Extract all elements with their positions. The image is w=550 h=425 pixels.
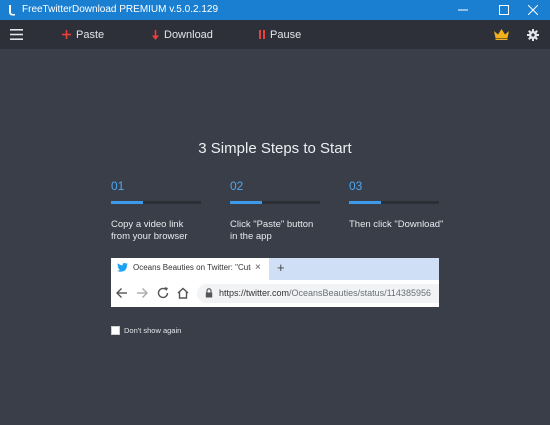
dont-show-again-option[interactable]: Don't show again (111, 326, 181, 335)
step-progress-fill (230, 201, 262, 204)
back-arrow-icon (116, 288, 127, 298)
dont-show-again-checkbox[interactable] (111, 326, 120, 335)
browser-toolbar: https://twitter.com/OceansBeauties/statu… (111, 280, 439, 307)
browser-new-tab-icon: + (277, 260, 285, 275)
url-path: /OceansBeauties/status/114385956 (289, 288, 431, 298)
step-description: Then click "Download" (349, 219, 467, 231)
menu-button[interactable] (10, 20, 23, 49)
gear-icon (527, 28, 539, 41)
step-description: Copy a video link from your browser (111, 219, 229, 243)
browser-tab-close-icon: × (255, 262, 261, 273)
pause-label: Pause (270, 28, 302, 41)
close-icon (528, 5, 538, 15)
toolbar: Paste Download Pause (0, 20, 550, 49)
step-progress-track (111, 201, 201, 204)
step-1: 01 Copy a video link from your browser (111, 179, 229, 243)
step-3: 03 Then click "Download" (349, 179, 467, 231)
download-label: Download (164, 28, 213, 41)
pause-icon (259, 30, 265, 39)
step-line: Click "Paste" button (230, 219, 314, 230)
maximize-icon (499, 5, 509, 15)
browser-address-bar: https://twitter.com/OceansBeauties/statu… (197, 284, 439, 303)
settings-button[interactable] (527, 20, 539, 49)
browser-tab-title: Oceans Beauties on Twitter: "Cute (133, 263, 251, 272)
crown-icon (494, 29, 509, 40)
paste-button[interactable]: Paste (62, 20, 104, 49)
step-2: 02 Click "Paste" button in the app (230, 179, 348, 243)
step-line: Then click "Download" (349, 219, 444, 230)
step-progress-track (349, 201, 439, 204)
download-button[interactable]: Download (152, 20, 213, 49)
pause-button[interactable]: Pause (259, 20, 301, 49)
browser-tab: Oceans Beauties on Twitter: "Cute × (111, 258, 269, 280)
title-bar: FreeTwitterDownload PREMIUM v.5.0.2.129 (0, 0, 550, 20)
step-number: 03 (349, 179, 363, 193)
twitter-bird-icon (117, 263, 128, 272)
browser-tab-strip: Oceans Beauties on Twitter: "Cute × + (111, 258, 439, 280)
step-line: in the app (230, 231, 272, 242)
forward-arrow-icon (137, 288, 148, 298)
url-host: https://twitter.com (219, 288, 290, 298)
minimize-icon (458, 9, 468, 11)
premium-button[interactable] (494, 20, 509, 49)
home-icon (177, 287, 189, 299)
step-progress-fill (111, 201, 143, 204)
step-progress-fill (349, 201, 381, 204)
browser-illustration: Oceans Beauties on Twitter: "Cute × + ht (111, 258, 439, 307)
download-arrow-icon (152, 29, 159, 40)
plus-icon (62, 30, 71, 39)
step-number: 02 (230, 179, 244, 193)
lock-icon (205, 288, 213, 298)
dont-show-again-label: Don't show again (124, 326, 182, 335)
step-number: 01 (111, 179, 125, 193)
reload-icon (157, 287, 169, 299)
hamburger-menu-icon (10, 29, 23, 40)
minimize-button[interactable] (446, 0, 480, 20)
step-line: Copy a video link (111, 219, 184, 230)
step-description: Click "Paste" button in the app (230, 219, 348, 243)
steps-heading: 3 Simple Steps to Start (198, 140, 352, 157)
paste-label: Paste (76, 28, 105, 41)
close-button[interactable] (516, 0, 550, 20)
window-title: FreeTwitterDownload PREMIUM v.5.0.2.129 (22, 4, 219, 15)
app-bird-icon (9, 5, 15, 16)
step-line: from your browser (111, 231, 188, 242)
browser-url: https://twitter.com/OceansBeauties/statu… (219, 288, 431, 298)
step-progress-track (230, 201, 320, 204)
